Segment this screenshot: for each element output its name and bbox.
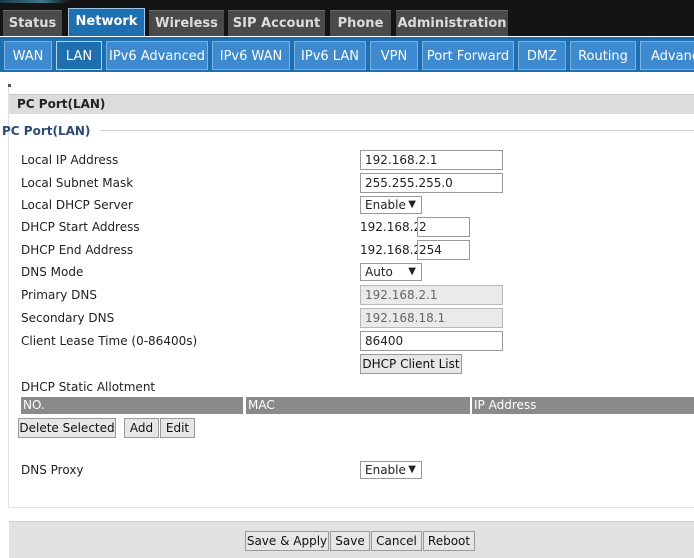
subtab-ipv6-lan[interactable]: IPv6 LAN [294,41,366,70]
dns-mode-label: DNS Mode [21,265,84,279]
tab-administration[interactable]: Administration [396,10,508,36]
dhcp-end-input[interactable] [417,240,470,260]
subtab-advance[interactable]: Advance [640,41,694,70]
subtab-dmz[interactable]: DMZ [518,41,566,70]
chevron-down-icon: ▼ [408,266,416,277]
dns-proxy-select[interactable]: Enable ▼ [360,461,422,479]
content-panel [8,82,694,508]
secondary-dns-label: Secondary DNS [21,311,115,325]
subnet-mask-label: Local Subnet Mask [21,176,134,190]
dhcp-end-prefix: 192.168.2. [360,243,425,257]
dhcp-start-label: DHCP Start Address [21,220,140,234]
dhcp-start-prefix: 192.168.2. [360,220,425,234]
subtab-routing[interactable]: Routing [570,41,636,70]
lease-time-input[interactable] [360,331,503,351]
subtab-vpn[interactable]: VPN [370,41,418,70]
dhcp-server-select[interactable]: Enable ▼ [360,196,422,214]
edit-button[interactable]: Edit [160,418,195,438]
subtab-port-forward[interactable]: Port Forward [422,41,514,70]
local-ip-input[interactable] [360,150,503,170]
column-header-ip: IP Address [472,397,694,414]
chevron-down-icon: ▼ [408,199,416,210]
dns-proxy-value: Enable [365,463,406,477]
subtab-lan[interactable]: LAN [56,41,102,70]
subtab-ipv6-advanced[interactable]: IPv6 Advanced [106,41,208,70]
sub-nav-bar: WAN LAN IPv6 Advanced IPv6 WAN IPv6 LAN … [0,36,694,72]
chevron-down-icon: ▼ [408,464,416,475]
fieldset-legend: PC Port(LAN) [2,124,91,138]
dhcp-server-value: Enable [365,198,406,212]
dhcp-client-list-button[interactable]: DHCP Client List [360,354,462,374]
dns-proxy-label: DNS Proxy [21,463,84,477]
secondary-dns-input[interactable] [360,308,503,328]
dhcp-end-label: DHCP End Address [21,243,134,257]
primary-dns-label: Primary DNS [21,288,98,302]
column-header-mac: MAC [246,397,470,414]
delete-selected-button[interactable]: Delete Selected [18,418,116,438]
dns-mode-value: Auto [365,265,393,279]
section-title: PC Port(LAN) [9,94,694,114]
tab-network[interactable]: Network [68,8,145,36]
add-button[interactable]: Add [124,418,159,438]
dhcp-start-input[interactable] [417,217,470,237]
column-header-no: NO. [21,397,243,414]
save-button[interactable]: Save [330,531,370,551]
subtab-ipv6-wan[interactable]: IPv6 WAN [212,41,290,70]
reboot-button[interactable]: Reboot [423,531,475,551]
subnet-mask-input[interactable] [360,173,503,193]
tab-wireless[interactable]: Wireless [149,10,224,36]
subtab-wan[interactable]: WAN [4,41,52,70]
fieldset-divider [100,130,694,131]
corner-marker [8,84,11,87]
local-ip-label: Local IP Address [21,153,119,167]
tab-sip-account[interactable]: SIP Account [228,10,325,36]
dns-mode-select[interactable]: Auto ▼ [360,263,422,281]
main-nav-bar: Status Network Wireless SIP Account Phon… [0,0,694,36]
lease-time-label: Client Lease Time (0-86400s) [21,334,198,348]
tab-status[interactable]: Status [3,10,62,36]
primary-dns-input[interactable] [360,285,503,305]
static-allotment-label: DHCP Static Allotment [21,380,156,394]
brand-accent [0,0,70,3]
tab-phone[interactable]: Phone [330,10,391,36]
dhcp-server-label: Local DHCP Server [21,198,133,212]
cancel-button[interactable]: Cancel [371,531,422,551]
save-apply-button[interactable]: Save & Apply [245,531,329,551]
